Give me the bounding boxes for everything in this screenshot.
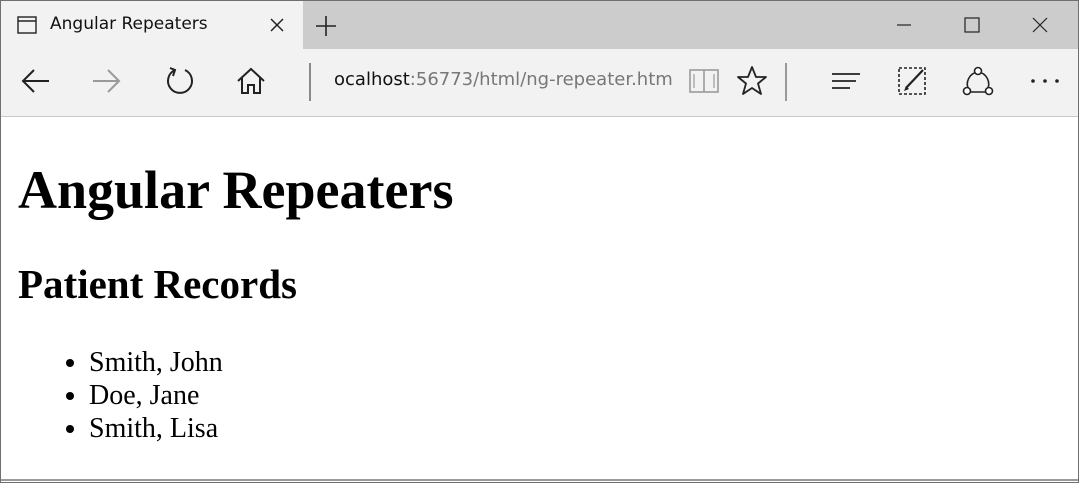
share-button[interactable] (961, 64, 995, 98)
list-item: Doe, Jane (89, 379, 223, 412)
forward-button[interactable] (89, 64, 123, 98)
forward-arrow-icon (93, 69, 121, 93)
hub-button[interactable] (829, 64, 863, 98)
list-item: Smith, John (89, 346, 223, 379)
address-host: ocalhost (334, 69, 410, 90)
navigation-bar: ocalhost:56773/html/ng-repeater.html (1, 49, 1078, 117)
close-tab-icon[interactable] (269, 17, 285, 33)
share-icon (962, 66, 994, 96)
section-title: Patient Records (18, 261, 297, 307)
minimize-icon (897, 24, 911, 26)
reading-view-button[interactable] (687, 64, 721, 98)
favorite-button[interactable] (735, 64, 769, 98)
address-path: :56773/html/ng-repeater.html (409, 69, 674, 90)
star-icon (737, 66, 767, 95)
close-icon (1032, 17, 1048, 33)
back-button[interactable] (19, 64, 53, 98)
tab-title: Angular Repeaters (50, 14, 208, 34)
hub-icon (832, 73, 860, 89)
maximize-button[interactable] (938, 1, 1006, 49)
home-icon (237, 67, 265, 94)
window-bottom-edge (1, 479, 1078, 481)
back-arrow-icon (21, 69, 49, 93)
address-bar[interactable]: ocalhost:56773/html/ng-repeater.html (334, 69, 674, 97)
list-item: Smith, Lisa (89, 412, 223, 445)
tab-page-icon (17, 16, 37, 34)
active-tab[interactable]: Angular Repeaters (1, 1, 303, 49)
ellipsis-icon (1031, 79, 1059, 83)
web-note-button[interactable] (895, 64, 929, 98)
tab-bar: Angular Repeaters (1, 1, 1078, 49)
page-content: Angular Repeaters Patient Records Smith,… (1, 117, 1078, 482)
page-title: Angular Repeaters (18, 160, 454, 220)
toolbar-divider (309, 63, 311, 101)
toolbar-divider (785, 63, 787, 101)
new-tab-plus-icon[interactable] (315, 15, 337, 37)
close-window-button[interactable] (1006, 1, 1074, 49)
minimize-button[interactable] (870, 1, 938, 49)
browser-window: Angular Repeaters ocalhost:56773/html/ng… (0, 0, 1079, 483)
pen-note-icon (898, 67, 926, 95)
patient-list: Smith, John Doe, Jane Smith, Lisa (1, 346, 223, 445)
book-icon (689, 69, 719, 93)
more-button[interactable] (1028, 64, 1062, 98)
home-button[interactable] (234, 64, 268, 98)
refresh-button[interactable] (163, 64, 197, 98)
maximize-icon (964, 17, 980, 33)
refresh-icon (167, 67, 193, 94)
